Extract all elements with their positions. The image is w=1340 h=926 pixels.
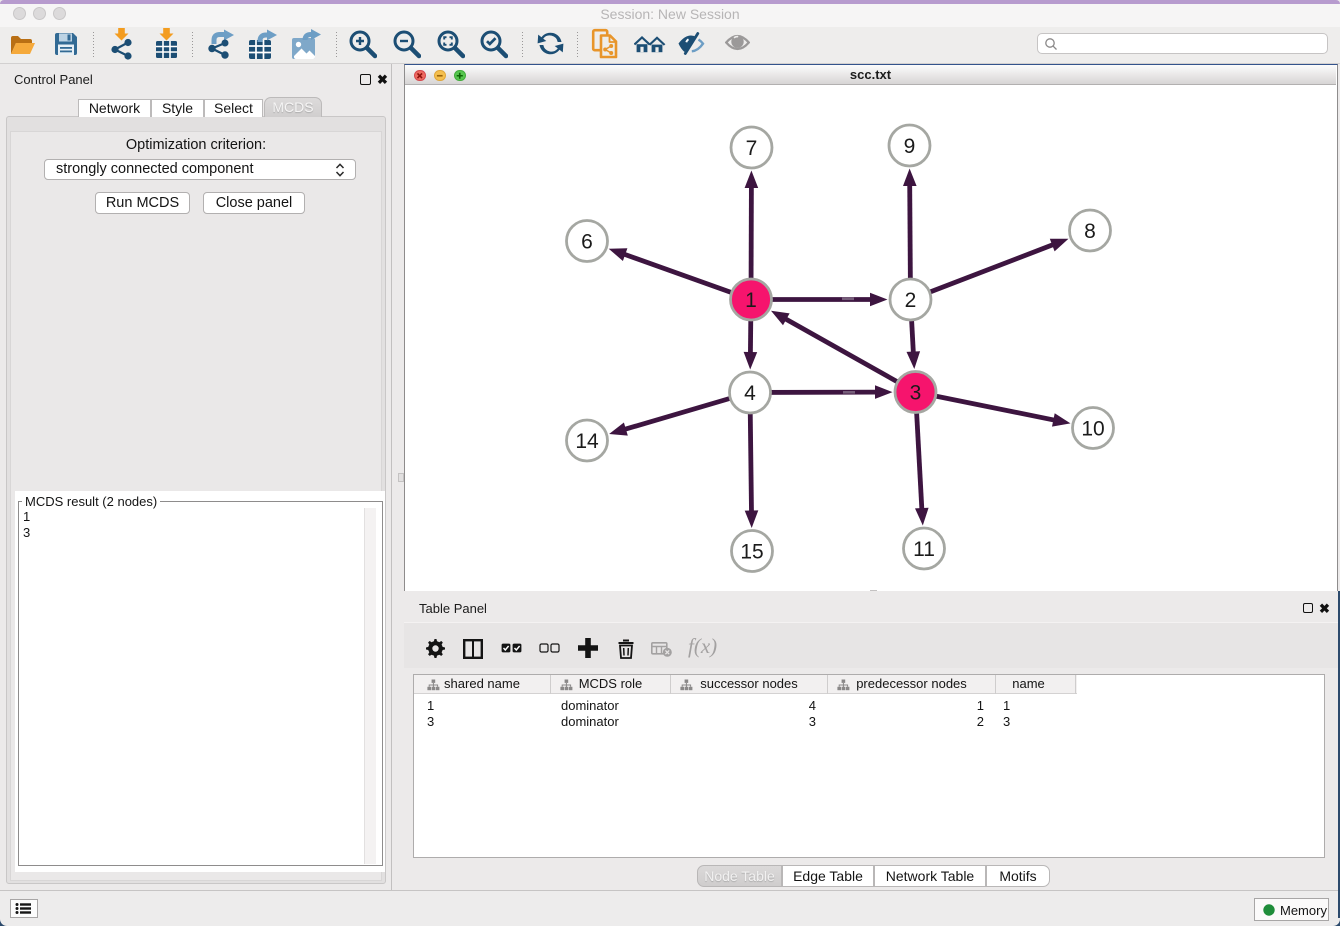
svg-text:2: 2 — [905, 289, 917, 312]
svg-text:f(x): f(x) — [688, 637, 717, 658]
svg-text:11: 11 — [913, 538, 935, 561]
svg-text:15: 15 — [740, 541, 763, 564]
svg-text:4: 4 — [744, 382, 756, 405]
svg-text:8: 8 — [1084, 220, 1096, 243]
svg-text:6: 6 — [581, 231, 593, 254]
svg-text:9: 9 — [904, 135, 916, 158]
svg-text:3: 3 — [910, 382, 922, 405]
svg-text:10: 10 — [1081, 418, 1104, 441]
svg-text:7: 7 — [746, 137, 758, 160]
svg-text:1: 1 — [745, 289, 757, 312]
svg-text:14: 14 — [575, 430, 599, 453]
